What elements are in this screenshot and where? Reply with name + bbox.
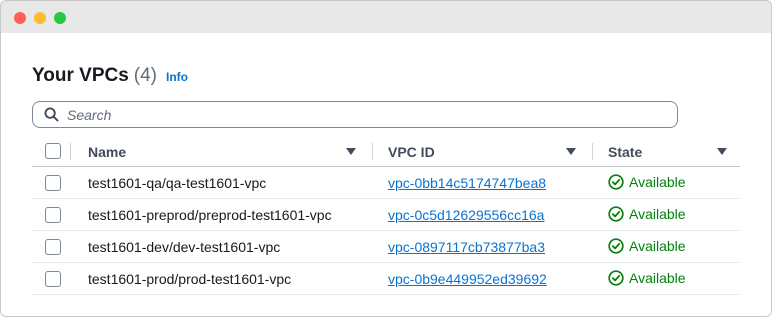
vpc-name: test1601-dev/dev-test1601-vpc xyxy=(88,239,281,255)
vpc-state: Available xyxy=(608,270,686,286)
vpc-state: Available xyxy=(608,238,686,254)
column-divider[interactable] xyxy=(372,143,373,160)
vpc-id-link[interactable]: vpc-0bb14c5174747bea8 xyxy=(388,175,546,191)
vpc-name: test1601-qa/qa-test1601-vpc xyxy=(88,175,267,191)
sort-name-icon[interactable] xyxy=(346,148,356,155)
sort-vpc-id-icon[interactable] xyxy=(566,148,576,155)
row-select-checkbox[interactable] xyxy=(45,271,61,287)
vpc-table: Name VPC ID State test1601-qa/qa-test160… xyxy=(32,137,740,295)
table-header-row: Name VPC ID State xyxy=(32,137,740,167)
vpc-name: test1601-preprod/preprod-test1601-vpc xyxy=(88,207,332,223)
app-window: Your VPCs (4) Info Name VPC ID State tes… xyxy=(0,0,772,317)
info-link[interactable]: Info xyxy=(166,70,188,84)
vpc-state: Available xyxy=(608,174,686,190)
vpc-id-link[interactable]: vpc-0897117cb73877ba3 xyxy=(388,239,545,255)
sort-state-icon[interactable] xyxy=(717,148,727,155)
column-header-name[interactable]: Name xyxy=(88,144,126,160)
column-divider[interactable] xyxy=(592,143,593,160)
table-row[interactable]: test1601-dev/dev-test1601-vpc vpc-0897117… xyxy=(32,231,740,263)
search-icon xyxy=(43,107,59,123)
vpc-count: (4) xyxy=(133,65,158,86)
column-divider xyxy=(70,143,71,160)
state-label: Available xyxy=(629,238,686,254)
vpc-state: Available xyxy=(608,206,686,222)
window-titlebar xyxy=(1,1,771,33)
search-box[interactable] xyxy=(32,101,678,128)
table-body: test1601-qa/qa-test1601-vpc vpc-0bb14c517… xyxy=(32,167,740,295)
column-header-vpc-id[interactable]: VPC ID xyxy=(388,144,435,160)
check-circle-icon xyxy=(608,206,624,222)
state-label: Available xyxy=(629,174,686,190)
window-maximize-button[interactable] xyxy=(54,12,66,24)
check-circle-icon xyxy=(608,270,624,286)
check-circle-icon xyxy=(608,238,624,254)
select-all-checkbox[interactable] xyxy=(45,143,61,159)
page-title: Your VPCs xyxy=(32,65,129,86)
check-circle-icon xyxy=(608,174,624,190)
table-row[interactable]: test1601-prod/prod-test1601-vpc vpc-0b9e4… xyxy=(32,263,740,295)
row-select-checkbox[interactable] xyxy=(45,239,61,255)
table-row[interactable]: test1601-qa/qa-test1601-vpc vpc-0bb14c517… xyxy=(32,167,740,199)
page-heading: Your VPCs (4) Info xyxy=(32,65,188,87)
vpc-name: test1601-prod/prod-test1601-vpc xyxy=(88,271,292,287)
table-row[interactable]: test1601-preprod/preprod-test1601-vpc vpc… xyxy=(32,199,740,231)
window-minimize-button[interactable] xyxy=(34,12,46,24)
state-label: Available xyxy=(629,206,686,222)
window-close-button[interactable] xyxy=(14,12,26,24)
row-select-checkbox[interactable] xyxy=(45,175,61,191)
search-input[interactable] xyxy=(67,106,647,123)
row-select-checkbox[interactable] xyxy=(45,207,61,223)
column-header-state[interactable]: State xyxy=(608,144,642,160)
vpc-id-link[interactable]: vpc-0b9e449952ed39692 xyxy=(388,271,547,287)
vpc-id-link[interactable]: vpc-0c5d12629556cc16a xyxy=(388,207,544,223)
state-label: Available xyxy=(629,270,686,286)
